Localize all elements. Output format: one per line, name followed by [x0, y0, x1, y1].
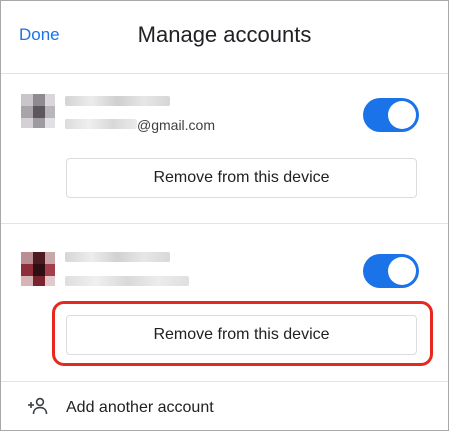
highlight-annotation — [52, 301, 433, 366]
account-name-redacted — [65, 96, 170, 106]
toggle-knob — [388, 101, 416, 129]
add-another-account-row[interactable]: Add another account — [1, 385, 448, 430]
account-sync-toggle[interactable] — [363, 98, 419, 132]
header: Done Manage accounts — [1, 1, 448, 73]
account-sync-toggle[interactable] — [363, 254, 419, 288]
manage-accounts-screen: Done Manage accounts @gmail.com Remove f… — [0, 0, 449, 431]
toggle-knob — [388, 257, 416, 285]
account-email-suffix: @gmail.com — [137, 117, 216, 133]
person-add-icon — [28, 397, 48, 415]
avatar — [21, 94, 55, 128]
account-email-redacted — [65, 276, 189, 286]
footer-divider — [1, 381, 448, 382]
remove-account-button[interactable]: Remove from this device — [66, 158, 417, 198]
account-email-redacted — [65, 119, 137, 129]
page-title: Manage accounts — [137, 22, 312, 47]
account-name-redacted — [65, 252, 170, 262]
avatar — [21, 252, 55, 286]
add-another-account-label: Add another account — [66, 399, 214, 416]
account-card: @gmail.com Remove from this device — [1, 74, 448, 223]
